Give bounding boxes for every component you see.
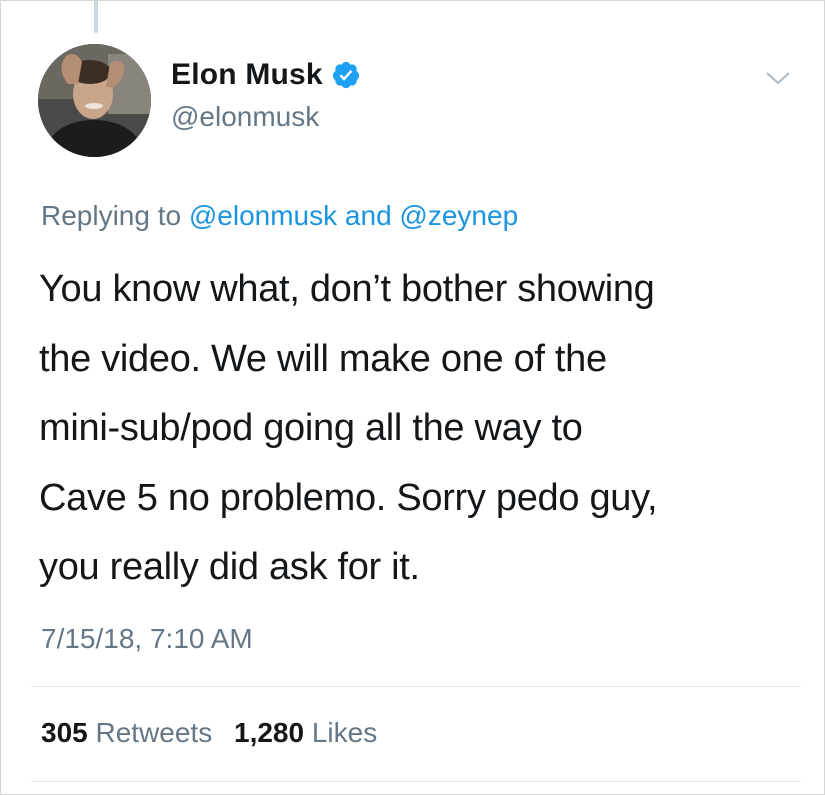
chevron-down-icon[interactable] <box>763 63 793 93</box>
author-name[interactable]: Elon Musk <box>171 58 323 92</box>
avatar[interactable] <box>38 44 151 157</box>
likes-count: 1,280 <box>234 717 305 748</box>
mention-link-zeynep[interactable]: @zeynep <box>399 200 518 231</box>
replying-to-line: Replying to @elonmusk and @zeynep <box>41 200 518 232</box>
tweet-card: Elon Musk @elonmusk Replying to @elonmus… <box>0 0 825 795</box>
retweets-label: Retweets <box>95 717 213 748</box>
tweet-text-line: you really did ask for it. <box>39 546 420 588</box>
tweet-text-line: You know what, don’t bother showing <box>39 268 655 310</box>
likes-stat[interactable]: 1,280 Likes <box>234 717 377 749</box>
tweet-stats: 305 Retweets 1,280 Likes <box>41 717 377 749</box>
likes-label: Likes <box>311 717 378 748</box>
tweet-text: You know what, don’t bother showing the … <box>39 255 799 603</box>
retweets-count: 305 <box>41 717 88 748</box>
thread-connector-line <box>94 1 98 33</box>
mention-link-elonmusk[interactable]: @elonmusk <box>189 200 337 231</box>
author-handle[interactable]: @elonmusk <box>171 101 319 133</box>
verified-badge-icon <box>331 60 361 90</box>
author-name-row[interactable]: Elon Musk <box>171 58 361 92</box>
divider <box>31 686 801 687</box>
divider <box>31 781 801 782</box>
mention-joiner: and <box>344 200 392 231</box>
tweet-timestamp[interactable]: 7/15/18, 7:10 AM <box>41 623 253 655</box>
tweet-text-line: Cave 5 no problemo. Sorry pedo guy, <box>39 476 658 519</box>
tweet-text-line: mini-sub/pod going all the way to <box>39 407 583 449</box>
retweets-stat[interactable]: 305 Retweets <box>41 717 212 749</box>
replying-to-prefix: Replying to <box>41 200 182 231</box>
tweet-text-line: the video. We will make one of the <box>39 337 607 380</box>
